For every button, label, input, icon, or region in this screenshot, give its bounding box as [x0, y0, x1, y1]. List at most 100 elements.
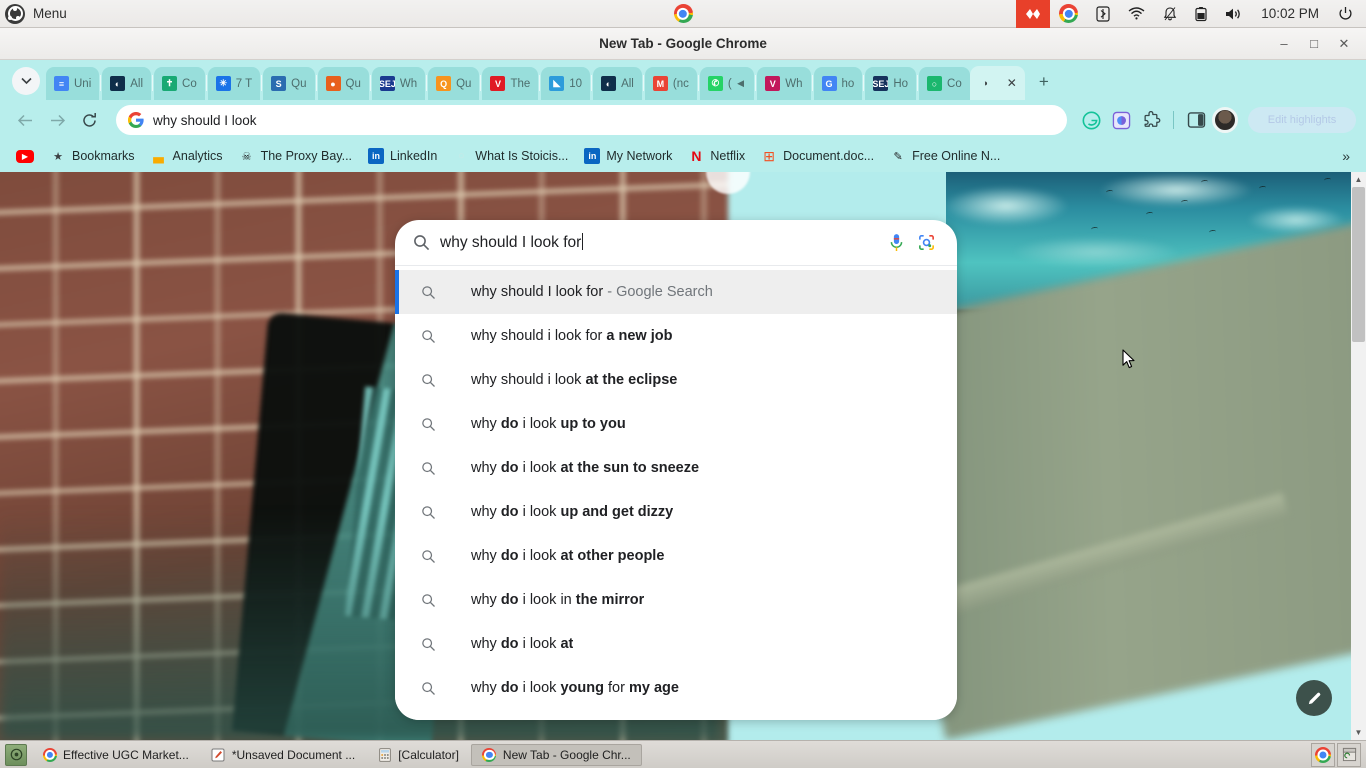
- tab-close-button[interactable]: ✕: [1007, 76, 1017, 90]
- tab-active[interactable]: ◑ ✕: [969, 66, 1025, 100]
- tab-item[interactable]: ◣ 10: [541, 67, 591, 100]
- close-button[interactable]: ✕: [1332, 32, 1356, 56]
- tab-search-button[interactable]: [12, 67, 40, 95]
- suggestion-row[interactable]: why do i look up and get dizzy: [395, 490, 957, 534]
- address-bar[interactable]: why should I look: [116, 105, 1067, 135]
- tab-item[interactable]: ✳ 7 T: [207, 67, 261, 100]
- bookmark-item[interactable]: ▶: [8, 146, 42, 167]
- tab-item[interactable]: SEJ Ho: [865, 67, 917, 100]
- taskbar-task[interactable]: *Unsaved Document ...: [201, 744, 365, 766]
- analytics-bars-icon: ▃: [153, 148, 164, 163]
- back-button[interactable]: [10, 105, 40, 135]
- tab-item[interactable]: V Wh: [757, 67, 811, 100]
- minimize-button[interactable]: –: [1272, 32, 1296, 56]
- tab-separator: [539, 75, 541, 91]
- bookmark-item[interactable]: in My Network: [576, 144, 680, 168]
- extensions-puzzle-icon[interactable]: [1137, 106, 1165, 134]
- extension-purple-icon[interactable]: [1107, 106, 1135, 134]
- taskbar-task[interactable]: [Calculator]: [367, 744, 469, 766]
- search-input-row[interactable]: why should I look for: [395, 220, 957, 266]
- suggestion-row[interactable]: why do i look in the mirror: [395, 578, 957, 622]
- tab-item[interactable]: Q Qu: [428, 67, 480, 100]
- cross-icon: ✝: [162, 76, 178, 91]
- search-input[interactable]: why should I look for: [435, 233, 881, 252]
- search-icon: [421, 681, 445, 696]
- side-panel-icon[interactable]: [1182, 106, 1210, 134]
- suggestion-row[interactable]: why should i look for a new job: [395, 314, 957, 358]
- page-scrollbar[interactable]: ▲ ▼: [1351, 172, 1366, 740]
- suggestion-row[interactable]: why do i look at: [395, 622, 957, 666]
- bookmark-item[interactable]: in LinkedIn: [360, 144, 445, 168]
- bookmark-item[interactable]: ✎ Free Online N...: [882, 144, 1008, 168]
- customize-chrome-button[interactable]: [1296, 680, 1332, 716]
- tab-item[interactable]: ✆ ( ◄: [699, 67, 755, 100]
- tab-item[interactable]: S Qu: [263, 67, 315, 100]
- scroll-down-arrow[interactable]: ▼: [1351, 725, 1366, 740]
- taskbar-task[interactable]: Effective UGC Market...: [32, 744, 199, 766]
- bookmark-item[interactable]: ○ What Is Stoicis...: [445, 144, 576, 168]
- suggestion-row[interactable]: why do i look young for my age: [395, 666, 957, 710]
- system-clock[interactable]: 10:02 PM: [1251, 6, 1329, 21]
- bookmark-item[interactable]: ▃ Analytics: [143, 144, 231, 168]
- bookmark-item[interactable]: ⊞ Document.doc...: [753, 144, 882, 168]
- bell-icon[interactable]: [1154, 0, 1186, 28]
- bluetooth-icon[interactable]: [1087, 0, 1119, 28]
- reload-button[interactable]: [74, 105, 104, 135]
- microphone-icon[interactable]: [881, 233, 911, 253]
- chrome-tray-icon[interactable]: [1311, 742, 1335, 767]
- tab-item[interactable]: M (nc: [644, 67, 697, 100]
- ubuntu-logo-icon[interactable]: [5, 3, 25, 24]
- forward-button[interactable]: [42, 105, 72, 135]
- speaker-icon[interactable]: [1216, 0, 1251, 28]
- bookmark-item[interactable]: ★ Bookmarks: [42, 144, 143, 168]
- tab-separator: [152, 75, 154, 91]
- power-icon[interactable]: [1329, 0, 1362, 28]
- suggestion-row-selected[interactable]: why should I look for - Google Search: [395, 270, 957, 314]
- orange-badge-icon: Q: [436, 76, 452, 91]
- new-tab-button[interactable]: +: [1031, 69, 1057, 95]
- tab-item[interactable]: V The: [482, 67, 539, 100]
- workspace-switcher-icon[interactable]: [1337, 742, 1361, 767]
- scrollbar-track[interactable]: [1351, 187, 1366, 725]
- window-titlebar[interactable]: New Tab - Google Chrome – □ ✕: [0, 28, 1366, 60]
- address-bar-text[interactable]: why should I look: [153, 113, 257, 128]
- tab-title: All: [621, 77, 634, 90]
- bookmark-item[interactable]: N Netflix: [680, 144, 753, 168]
- scroll-up-arrow[interactable]: ▲: [1351, 172, 1366, 187]
- youtube-icon: ▶: [16, 149, 34, 163]
- suggestion-text: why do i look at: [471, 636, 574, 652]
- scrollbar-thumb[interactable]: [1352, 187, 1365, 342]
- system-menu-label[interactable]: Menu: [33, 6, 67, 21]
- maximize-button[interactable]: □: [1302, 32, 1326, 56]
- bookmark-item[interactable]: ☠ The Proxy Bay...: [231, 144, 360, 168]
- tab-item[interactable]: ≡ Uni: [46, 67, 100, 100]
- tab-item[interactable]: Gho: [813, 67, 863, 100]
- taskbar-task[interactable]: New Tab - Google Chr...: [470, 743, 642, 766]
- page-icon: ○: [457, 150, 465, 162]
- tab-item[interactable]: ◐ All: [102, 67, 152, 100]
- tab-item[interactable]: ● Qu: [317, 67, 369, 100]
- show-desktop-icon[interactable]: [5, 743, 27, 766]
- pirate-ship-icon: ☠: [241, 150, 252, 163]
- suggestion-row[interactable]: why should i look at the eclipse: [395, 358, 957, 402]
- battery-icon[interactable]: [1186, 0, 1216, 28]
- bookmarks-overflow-button[interactable]: »: [1334, 144, 1358, 168]
- star-icon: ★: [53, 150, 63, 163]
- tab-item[interactable]: ◐ All: [593, 67, 642, 100]
- grammarly-icon[interactable]: [1077, 106, 1105, 134]
- suggestion-text: why do i look young for my age: [471, 680, 679, 696]
- tab-item[interactable]: ✝ Co: [154, 67, 205, 100]
- suggestion-row[interactable]: why do i look up to you: [395, 402, 957, 446]
- suggestion-text: why should i look at the eclipse: [471, 372, 678, 388]
- profile-avatar[interactable]: [1212, 107, 1238, 133]
- tab-title: The: [510, 77, 531, 90]
- wifi-icon[interactable]: [1119, 0, 1154, 28]
- tab-item[interactable]: ○ Co: [919, 67, 970, 100]
- ghost-highlight-button[interactable]: Edit highlights: [1248, 107, 1356, 133]
- chrome-tray-icon[interactable]: [1050, 0, 1087, 28]
- tab-item[interactable]: SEJ Wh: [371, 67, 426, 100]
- google-lens-icon[interactable]: [911, 233, 941, 252]
- suggestion-row[interactable]: why do i look at other people: [395, 534, 957, 578]
- angle-brackets-icon[interactable]: [1016, 0, 1051, 28]
- suggestion-row[interactable]: why do i look at the sun to sneeze: [395, 446, 957, 490]
